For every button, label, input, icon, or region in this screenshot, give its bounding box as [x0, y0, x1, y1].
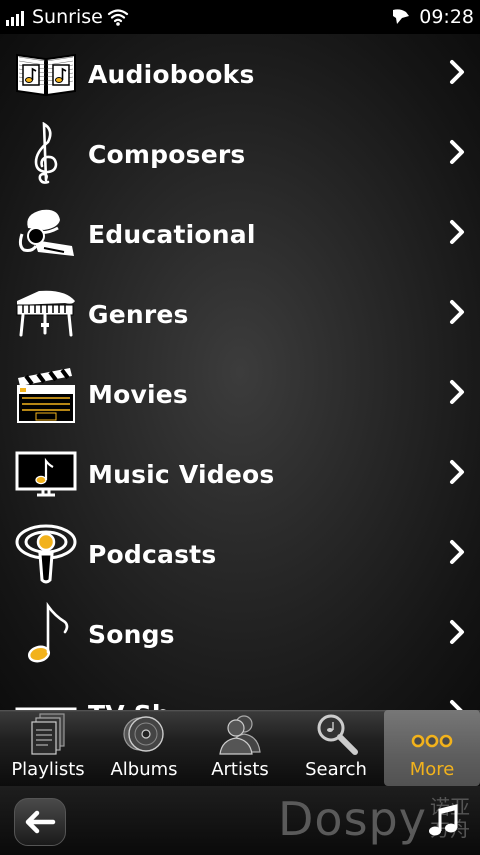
tab-albums[interactable]: Albums: [96, 710, 192, 786]
podcast-icon: [14, 522, 78, 586]
watermark: Dospy: [278, 792, 427, 846]
category-list: Audiobooks Composers Educational Genres …: [0, 34, 480, 710]
wifi-icon: [107, 8, 129, 26]
tab-playlists[interactable]: Playlists: [0, 710, 96, 786]
tv-icon: [14, 682, 78, 710]
chevron-right-icon: [448, 139, 466, 169]
piano-icon: [14, 282, 78, 346]
chevron-right-icon: [448, 619, 466, 649]
tab-label: Artists: [211, 759, 269, 780]
search-icon: [311, 712, 361, 756]
tab-bar: Playlists Albums Artists Search More: [0, 710, 480, 786]
tab-label: More: [409, 759, 455, 780]
bottom-bar: Dospy 诺亚方舟: [0, 786, 480, 855]
music-app-icon[interactable]: [428, 804, 458, 842]
list-item-songs[interactable]: Songs: [0, 594, 480, 674]
artists-icon: [215, 712, 265, 756]
list-item-label: TV Sh: [88, 700, 170, 711]
list-item-label: Composers: [88, 139, 246, 169]
list-item-label: Genres: [88, 299, 189, 329]
chevron-right-icon: [448, 59, 466, 89]
treble-clef-icon: [14, 122, 78, 186]
chevron-right-icon: [448, 459, 466, 489]
graduation-cap-icon: [14, 202, 78, 266]
tab-label: Albums: [110, 759, 178, 780]
list-item-movies[interactable]: Movies: [0, 354, 480, 434]
list-item-label: Educational: [88, 219, 256, 249]
back-arrow-icon: [25, 810, 56, 834]
chevron-right-icon: [448, 699, 466, 710]
list-item-audiobooks[interactable]: Audiobooks: [0, 34, 480, 114]
more-icon: [407, 712, 457, 756]
tab-label: Search: [305, 759, 367, 780]
carrier-name: Sunrise: [32, 6, 103, 28]
monitor-note-icon: [14, 442, 78, 506]
chevron-right-icon: [448, 299, 466, 329]
playlists-icon: [23, 712, 73, 756]
list-item-label: Songs: [88, 619, 175, 649]
chevron-right-icon: [448, 539, 466, 569]
albums-icon: [119, 712, 169, 756]
chevron-right-icon: [448, 379, 466, 409]
tab-more[interactable]: More: [384, 710, 480, 786]
tab-search[interactable]: Search: [288, 710, 384, 786]
tab-label: Playlists: [11, 759, 85, 780]
list-item-educational[interactable]: Educational: [0, 194, 480, 274]
chevron-right-icon: [448, 219, 466, 249]
list-item-label: Movies: [88, 379, 188, 409]
list-item-label: Podcasts: [88, 539, 217, 569]
list-item-composers[interactable]: Composers: [0, 114, 480, 194]
notification-flag-icon: [391, 7, 411, 27]
list-item-label: Music Videos: [88, 459, 275, 489]
status-bar: Sunrise 09:28: [0, 0, 480, 34]
list-item-music-videos[interactable]: Music Videos: [0, 434, 480, 514]
list-item-podcasts[interactable]: Podcasts: [0, 514, 480, 594]
back-button[interactable]: [14, 798, 66, 846]
list-item-label: Audiobooks: [88, 59, 255, 89]
list-item-genres[interactable]: Genres: [0, 274, 480, 354]
music-note-icon: [14, 602, 78, 666]
clock: 09:28: [419, 6, 474, 28]
audiobook-icon: [14, 42, 78, 106]
tab-artists[interactable]: Artists: [192, 710, 288, 786]
list-item-tv-shows[interactable]: TV Sh: [0, 674, 480, 710]
signal-icon: [6, 8, 28, 26]
clapperboard-icon: [14, 362, 78, 426]
